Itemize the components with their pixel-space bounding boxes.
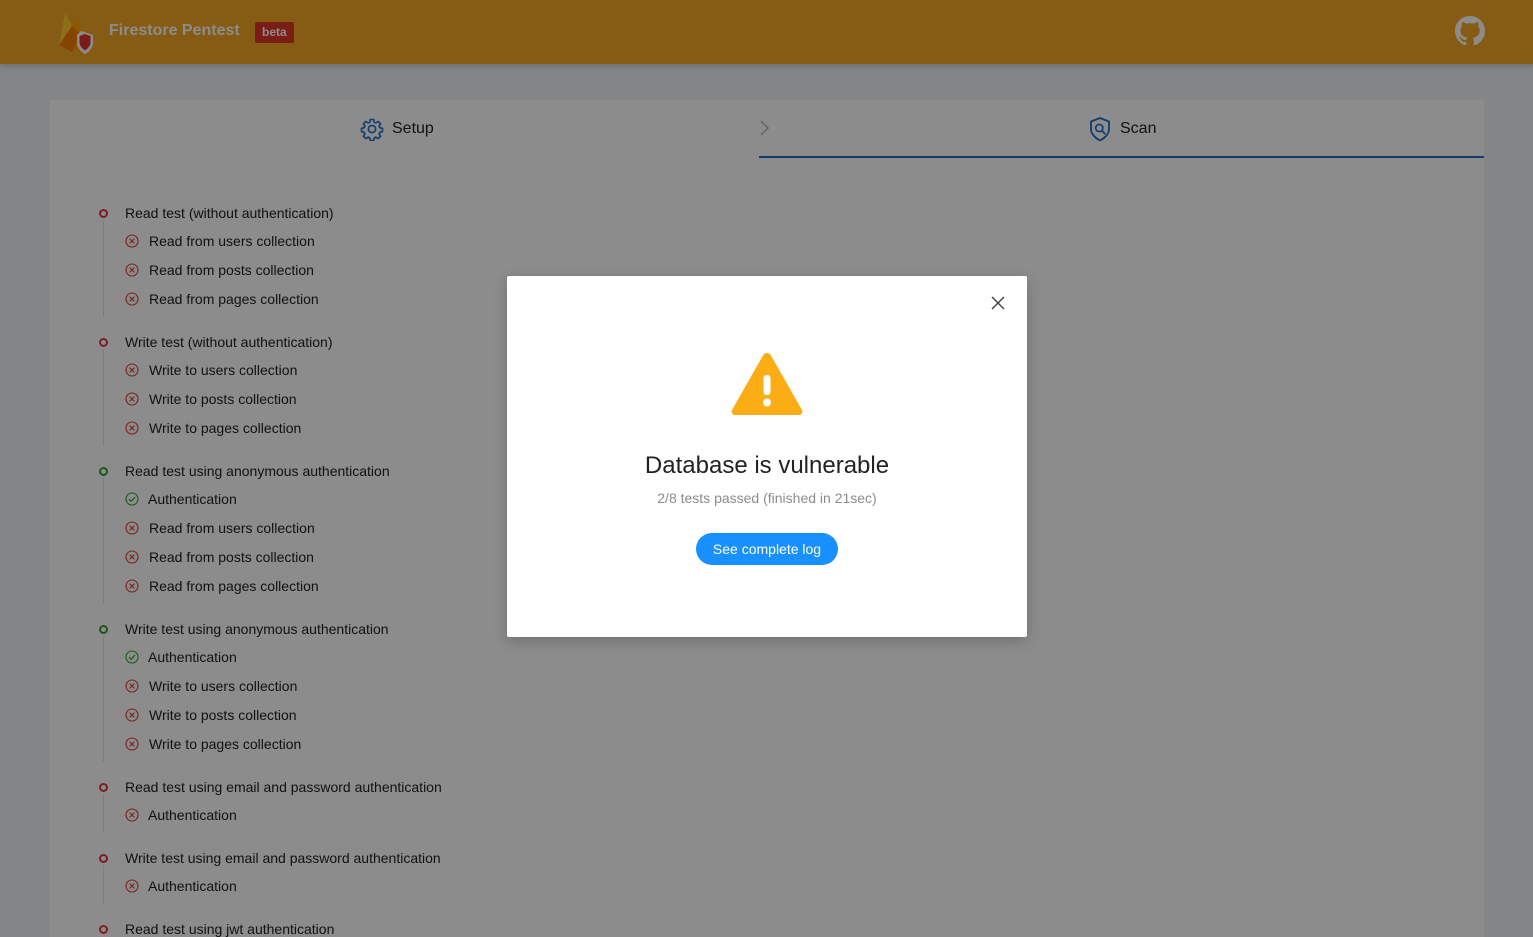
result-modal: Database is vulnerable 2/8 tests passed … bbox=[507, 276, 1027, 637]
see-complete-log-button[interactable]: See complete log bbox=[696, 533, 838, 565]
modal-title: Database is vulnerable bbox=[644, 452, 890, 479]
warning-icon bbox=[730, 351, 804, 417]
modal-subtitle: 2/8 tests passed (finished in 21sec) bbox=[657, 490, 877, 506]
close-icon[interactable] bbox=[989, 294, 1007, 312]
